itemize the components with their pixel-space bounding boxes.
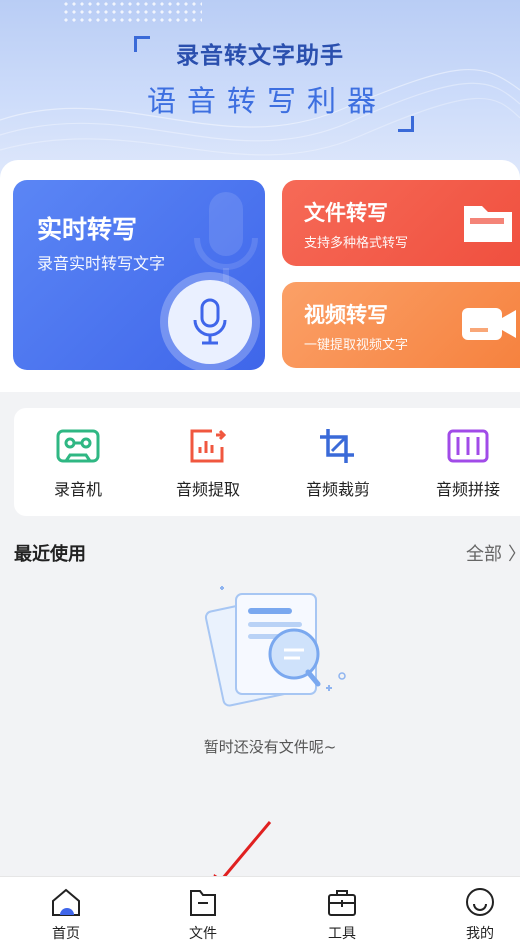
- video-card-subtitle: 一键提取视频文字: [304, 338, 409, 353]
- video-transcribe-card[interactable]: 视频转写 一键提取视频文字: [282, 282, 520, 368]
- tool-label: 音频裁剪: [305, 480, 370, 499]
- tab-profile[interactable]: 我的: [445, 885, 515, 943]
- tab-label: 工具: [328, 926, 356, 942]
- file-card-subtitle: 支持多种格式转写: [304, 236, 409, 251]
- video-card-title: 视频转写: [304, 303, 388, 327]
- recent-title: 最近使用: [14, 544, 86, 565]
- home-icon: [52, 888, 80, 916]
- hero-banner: 录音转文字助手 语音转写利器: [0, 0, 520, 180]
- tab-label: 首页: [52, 926, 80, 942]
- tool-audio-extract[interactable]: 音频提取: [153, 426, 263, 500]
- dot-pattern: [62, 0, 202, 22]
- microphone-icon: [193, 298, 227, 345]
- toolbox-icon: [328, 890, 356, 916]
- realtime-title: 实时转写: [37, 215, 138, 244]
- empty-state-text: 暂时还没有文件呢~: [203, 738, 337, 756]
- file-folder-icon: [464, 206, 512, 242]
- realtime-subtitle: 录音实时转写文字: [37, 254, 166, 273]
- tool-label: 录音机: [53, 480, 102, 499]
- profile-smile-icon: [466, 888, 494, 916]
- bottom-tab-bar: 首页 文件 工具 我的: [0, 876, 520, 949]
- recent-all-label: 全部: [466, 544, 502, 565]
- file-card-title: 文件转写: [304, 201, 388, 225]
- tab-home[interactable]: 首页: [31, 885, 101, 943]
- audio-join-icon: [447, 429, 489, 463]
- tool-recorder[interactable]: 录音机: [23, 426, 133, 500]
- tools-row: 录音机 音频提取 音频裁剪 音频拼接: [14, 408, 520, 516]
- folder-icon: [190, 890, 216, 916]
- recent-all-link[interactable]: 全部〉: [466, 540, 520, 566]
- file-transcribe-card[interactable]: 文件转写 支持多种格式转写: [282, 180, 520, 266]
- tab-label: 我的: [466, 926, 494, 942]
- empty-files-illustration: [204, 586, 346, 707]
- tab-files[interactable]: 文件: [168, 885, 238, 943]
- tool-audio-join[interactable]: 音频拼接: [413, 426, 520, 500]
- video-camera-icon: [462, 308, 516, 340]
- hero-title: 录音转文字助手: [176, 43, 344, 69]
- mic-button[interactable]: [168, 280, 252, 364]
- realtime-transcribe-card[interactable]: 实时转写 录音实时转写文字: [13, 180, 265, 370]
- tool-audio-crop[interactable]: 音频裁剪: [283, 426, 393, 500]
- tool-label: 音频拼接: [435, 480, 500, 499]
- tab-label: 文件: [189, 926, 217, 942]
- audio-extract-icon: [190, 429, 227, 463]
- crop-icon: [320, 429, 354, 463]
- tool-label: 音频提取: [175, 480, 240, 499]
- tab-tools[interactable]: 工具: [307, 885, 377, 943]
- cassette-icon: [56, 429, 100, 463]
- chevron-right-icon: 〉: [508, 540, 520, 566]
- hero-subtitle: 语音转写利器: [146, 84, 387, 118]
